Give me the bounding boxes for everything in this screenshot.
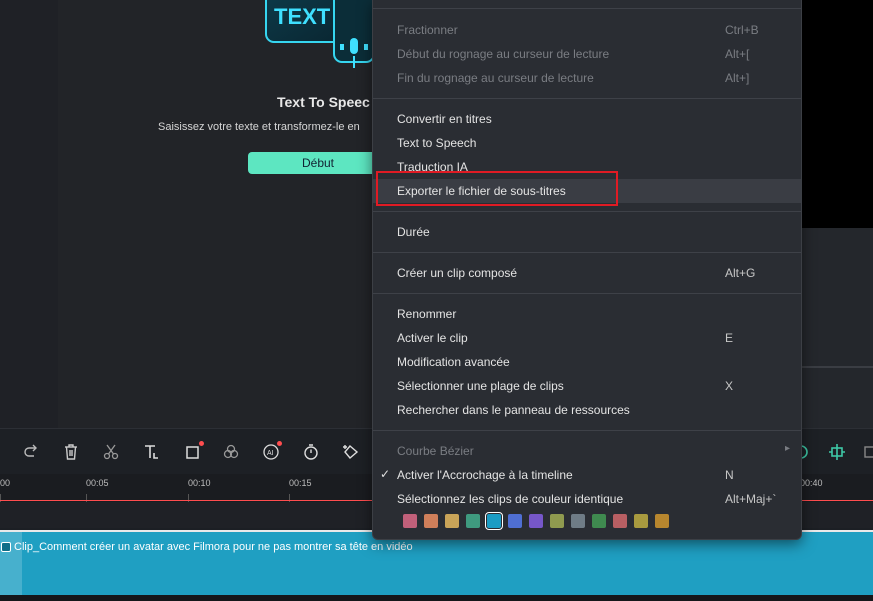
ai-new-dot xyxy=(277,441,282,446)
clip-title: Clip_Comment créer un avatar avec Filmor… xyxy=(14,541,413,553)
context-menu: Fractionner Ctrl+B Début du rognage au c… xyxy=(372,0,802,540)
menu-separator xyxy=(373,252,801,253)
menu-item-bezier-curve[interactable]: Courbe Bézier ▸ xyxy=(373,439,801,463)
color-icon[interactable] xyxy=(220,441,242,463)
color-swatch[interactable] xyxy=(634,514,648,528)
redo-icon[interactable] xyxy=(20,441,42,463)
menu-item-select-same-color[interactable]: Sélectionnez les clips de couleur identi… xyxy=(373,487,801,511)
menu-item-duration[interactable]: Durée xyxy=(373,220,801,244)
speed-icon[interactable] xyxy=(300,441,322,463)
menu-item-label: Sélectionner une plage de clips xyxy=(397,379,564,393)
menu-item-shortcut: Ctrl+B xyxy=(725,23,759,37)
color-swatch[interactable] xyxy=(424,514,438,528)
menu-item-shortcut: Alt+Maj+` xyxy=(725,492,777,506)
menu-item-label: Traduction IA xyxy=(397,160,468,174)
menu-item-label: Exporter le fichier de sous-titres xyxy=(397,184,566,198)
menu-item-compound-clip[interactable]: Créer un clip composé Alt+G xyxy=(373,261,801,285)
menu-item-label: Fractionner xyxy=(397,23,458,37)
ai-icon[interactable]: AI xyxy=(260,441,282,463)
color-swatch[interactable] xyxy=(485,512,503,530)
menu-item-shortcut: Alt+[ xyxy=(725,47,750,61)
snap-icon[interactable] xyxy=(826,441,848,463)
submenu-arrow-icon: ▸ xyxy=(785,443,791,454)
menu-separator xyxy=(373,430,801,431)
menu-item-label: Text to Speech xyxy=(397,136,477,150)
delete-icon[interactable] xyxy=(60,441,82,463)
ruler-label: 00:10 xyxy=(188,478,211,488)
ruler-label: 00 xyxy=(0,478,11,488)
color-swatch[interactable] xyxy=(466,514,480,528)
crop-icon[interactable] xyxy=(182,441,204,463)
svg-text:AI: AI xyxy=(267,450,274,457)
editor-window: TEXT Text To Speec Saisissez votre texte… xyxy=(0,0,873,601)
menu-item-label: Créer un clip composé xyxy=(397,266,518,280)
menu-item-label: Durée xyxy=(397,225,430,239)
cut-icon[interactable] xyxy=(100,441,122,463)
menu-item-label: Sélectionnez les clips de couleur identi… xyxy=(397,492,624,506)
menu-item-shortcut: Alt+G xyxy=(725,266,756,280)
menu-item-export-subtitles[interactable]: Exporter le fichier de sous-titres xyxy=(373,179,801,203)
menu-item-label: Rechercher dans le panneau de ressources xyxy=(397,403,630,417)
player-progress-bar[interactable] xyxy=(802,366,873,368)
color-swatch[interactable] xyxy=(529,514,543,528)
tts-illustration: TEXT xyxy=(264,0,375,70)
menu-item-text-to-speech[interactable]: Text to Speech xyxy=(373,131,801,155)
color-swatch[interactable] xyxy=(403,514,417,528)
menu-separator xyxy=(373,211,801,212)
keyframe-icon[interactable] xyxy=(340,441,362,463)
tts-title: Text To Speec xyxy=(277,94,370,110)
menu-item-label: Renommer xyxy=(397,307,457,321)
menu-item-shortcut: N xyxy=(725,468,734,482)
menu-item-timeline-snapping[interactable]: ✓ Activer l'Accrochage à la timeline N xyxy=(373,463,801,487)
player-controls-area xyxy=(802,228,873,428)
menu-item-trim-end[interactable]: Fin du rognage au curseur de lecture Alt… xyxy=(373,66,801,90)
color-swatch[interactable] xyxy=(592,514,606,528)
ruler-label: 00:40 xyxy=(800,478,823,488)
clip-type-icon xyxy=(1,542,11,552)
menu-item-label: Convertir en titres xyxy=(397,112,492,126)
color-swatch[interactable] xyxy=(571,514,585,528)
tts-art-text: TEXT xyxy=(274,4,331,29)
menu-item-convert-titles[interactable]: Convertir en titres xyxy=(373,107,801,131)
menu-item-shortcut: E xyxy=(725,331,734,345)
menu-item-rename[interactable]: Renommer xyxy=(373,302,801,326)
menu-separator xyxy=(373,8,801,9)
menu-item-label: Activer le clip xyxy=(397,331,468,345)
menu-separator xyxy=(373,98,801,99)
crop-new-dot xyxy=(199,441,204,446)
menu-item-shortcut: X xyxy=(725,379,734,393)
ruler-label: 00:15 xyxy=(289,478,312,488)
color-swatch[interactable] xyxy=(550,514,564,528)
media-panel: TEXT Text To Speec Saisissez votre texte… xyxy=(0,0,388,428)
menu-item-find-in-media[interactable]: Rechercher dans le panneau de ressources xyxy=(373,398,801,422)
menu-item-split[interactable]: Fractionner Ctrl+B xyxy=(373,18,801,42)
timeline-bottom xyxy=(0,595,873,601)
color-swatch-row xyxy=(403,512,669,530)
menu-item-trim-start[interactable]: Début du rognage au curseur de lecture A… xyxy=(373,42,801,66)
ruler-label: 00:05 xyxy=(86,478,109,488)
menu-item-label: Courbe Bézier xyxy=(397,444,474,458)
menu-separator xyxy=(373,293,801,294)
menu-item-label: Modification avancée xyxy=(397,355,510,369)
menu-item-label: Activer l'Accrochage à la timeline xyxy=(397,468,573,482)
color-swatch[interactable] xyxy=(508,514,522,528)
color-swatch[interactable] xyxy=(613,514,627,528)
tts-description: Saisissez votre texte et transformez-le … xyxy=(158,121,360,133)
player-preview xyxy=(802,0,873,228)
menu-item-shortcut: Alt+] xyxy=(725,71,750,85)
menu-item-label: Fin du rognage au curseur de lecture xyxy=(397,71,594,85)
menu-item-advanced-edit[interactable]: Modification avancée xyxy=(373,350,801,374)
menu-item-label: Début du rognage au curseur de lecture xyxy=(397,47,610,61)
more-tool-icon[interactable] xyxy=(860,441,873,463)
start-button[interactable]: Début xyxy=(248,152,388,174)
menu-item-ai-translation[interactable]: Traduction IA xyxy=(373,155,801,179)
color-swatch[interactable] xyxy=(655,514,669,528)
menu-item-select-range[interactable]: Sélectionner une plage de clips X xyxy=(373,374,801,398)
checkmark-icon: ✓ xyxy=(380,467,391,481)
color-swatch[interactable] xyxy=(445,514,459,528)
menu-item-enable-clip[interactable]: Activer le clip E xyxy=(373,326,801,350)
text-icon[interactable] xyxy=(140,441,162,463)
